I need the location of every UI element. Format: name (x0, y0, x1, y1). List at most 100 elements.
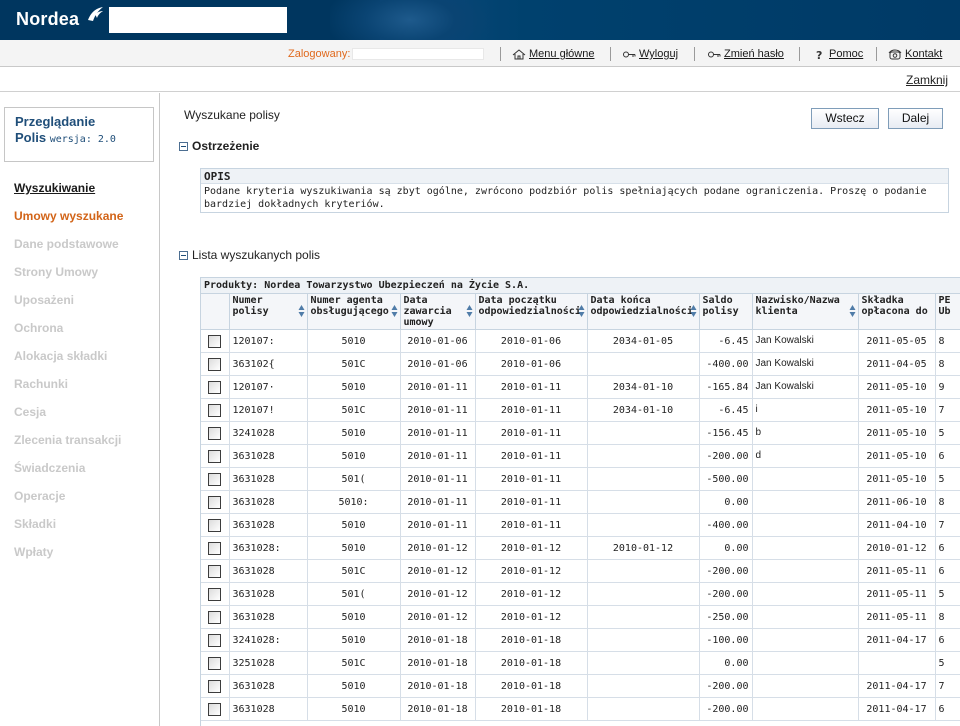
collapse-icon[interactable] (179, 250, 188, 260)
cell-koniec (587, 697, 700, 721)
row-checkbox[interactable] (208, 357, 222, 371)
collapse-icon[interactable] (179, 141, 188, 151)
warning-section-header[interactable]: Ostrzeżenie (179, 139, 259, 153)
row-checkbox[interactable] (208, 449, 222, 463)
help-link[interactable]: ? Pomoc (812, 48, 863, 60)
sort-icon[interactable] (849, 304, 856, 318)
row-select-cell (201, 444, 230, 468)
app-title-box: Przeglądanie Polis wersja: 2.0 (4, 107, 154, 162)
cell-agent: 5010: (307, 490, 401, 514)
row-checkbox[interactable] (208, 426, 222, 440)
table-row[interactable]: 120107! 501C 2010-01-11 2010-01-11 2034-01-1… (201, 398, 960, 422)
sort-icon[interactable] (298, 304, 305, 318)
cell-poczatek: 2010-01-18 (475, 697, 588, 721)
cell-koniec (587, 513, 700, 537)
col-data-poczatku[interactable]: Data początku odpowiedzialności (475, 294, 588, 330)
row-select-cell (201, 536, 230, 560)
back-button[interactable]: Wstecz (811, 108, 879, 129)
main-content: Wyszukane polisy Wstecz Dalej Ostrzeżeni… (161, 93, 960, 726)
table-row[interactable]: 3631028 5010 2010-01-18 2010-01-18 -200.00 20… (201, 674, 960, 698)
row-checkbox[interactable] (208, 403, 222, 417)
col-saldo[interactable]: Saldo polisy (699, 294, 753, 330)
table-row[interactable]: 3241028: 5010 2010-01-18 2010-01-18 -100.00 2… (201, 628, 960, 652)
cell-klient (752, 697, 859, 721)
cell-polisa: 120107· (229, 375, 308, 399)
table-row[interactable]: 363102{501C 2010-01-06 2010-01-06 -400.00 Ja… (201, 352, 960, 376)
sidebar-item-zlecenia-transakcji: Zlecenia transakcji (14, 433, 122, 447)
table-row[interactable]: 3631028 5010 2010-01-11 2010-01-11 -400.00 20… (201, 513, 960, 537)
row-select-cell (201, 559, 230, 583)
col-skladka-oplacona[interactable]: Składka opłacona do (858, 294, 936, 330)
col-pe[interactable]: PE Ub (935, 294, 960, 330)
list-section-header[interactable]: Lista wyszukanych polis (179, 248, 320, 262)
table-row[interactable]: 3241028 5010 2010-01-11 2010-01-11 -156.45 b 2… (201, 421, 960, 445)
table-row[interactable]: 120107: 5010 2010-01-06 2010-01-06 2034-01-0… (201, 329, 960, 353)
page-title: Wyszukane polisy (184, 108, 280, 122)
logout-link[interactable]: Wyloguj (622, 48, 678, 60)
cell-klient: i (752, 398, 859, 422)
sidebar-item-operacje: Operacje (14, 489, 66, 503)
close-link[interactable]: Zamknij (906, 73, 948, 87)
table-row[interactable]: 3631028 501C 2010-01-12 2010-01-12 -200.00 20… (201, 559, 960, 583)
warning-head: OPIS (201, 169, 948, 184)
policies-table-container[interactable]: Produkty: Nordea Towarzystwo Ubezpieczeń… (200, 277, 960, 726)
row-checkbox[interactable] (208, 610, 222, 624)
sort-icon[interactable] (391, 304, 398, 318)
cell-agent: 5010 (307, 536, 401, 560)
cell-poczatek: 2010-01-11 (475, 490, 588, 514)
cell-polisa: 3241028: (229, 628, 308, 652)
cell-skladka: 2011-04-05 (858, 352, 936, 376)
table-row[interactable]: 3631028 501(2010-01-12 2010-01-12 -200.00 20… (201, 582, 960, 606)
row-select-cell (201, 674, 230, 698)
col-numer-polisy[interactable]: Numer polisy (229, 294, 308, 330)
row-checkbox[interactable] (208, 472, 222, 486)
row-select-cell (201, 398, 230, 422)
sidebar-item-wyszukiwanie[interactable]: Wyszukiwanie (14, 180, 123, 208)
sort-icon[interactable] (466, 304, 473, 318)
cell-koniec (587, 490, 700, 514)
col-data-zawarcia[interactable]: Data zawarcia umowy (400, 294, 476, 330)
cell-agent: 5010 (307, 375, 401, 399)
row-checkbox[interactable] (208, 656, 222, 670)
sort-icon[interactable] (690, 304, 697, 318)
main-menu-link[interactable]: Menu główne (512, 48, 594, 60)
table-row[interactable]: 3631028 5010 2010-01-11 2010-01-11 -200.00 d 2… (201, 444, 960, 468)
sidebar: Przeglądanie Polis wersja: 2.0 Wyszukiwa… (0, 93, 160, 726)
sidebar-item-swiadczenia: Świadczenia (14, 461, 86, 475)
row-checkbox[interactable] (208, 679, 222, 693)
row-checkbox[interactable] (208, 702, 222, 716)
cell-agent: 5010 (307, 329, 401, 353)
table-row[interactable]: 3631028: 5010 2010-01-12 2010-01-12 2010-01-… (201, 536, 960, 560)
sort-icon[interactable] (578, 304, 585, 318)
row-checkbox[interactable] (208, 564, 222, 578)
cell-polisa: 3631028 (229, 513, 308, 537)
row-checkbox[interactable] (208, 518, 222, 532)
table-row[interactable]: 3631028 5010: 2010-01-11 2010-01-11 0.00 2011… (201, 490, 960, 514)
row-checkbox[interactable] (208, 587, 222, 601)
row-checkbox[interactable] (208, 541, 222, 555)
cell-agent: 5010 (307, 605, 401, 629)
next-button[interactable]: Dalej (888, 108, 943, 129)
change-password-link[interactable]: Zmień hasło (707, 48, 784, 60)
contact-link[interactable]: Kontakt (888, 48, 942, 60)
table-row[interactable]: 3631028 5010 2010-01-18 2010-01-18 -200.00 20… (201, 697, 960, 721)
cell-zawarcia: 2010-01-12 (400, 605, 476, 629)
cell-skladka: 2011-05-05 (858, 329, 936, 353)
row-checkbox[interactable] (208, 334, 222, 348)
row-checkbox[interactable] (208, 633, 222, 647)
col-data-konca[interactable]: Data końca odpowiedzialności (587, 294, 700, 330)
cell-klient: d (752, 444, 859, 468)
col-numer-agenta[interactable]: Numer agenta obsługującego (307, 294, 401, 330)
table-row[interactable]: 120107· 5010 2010-01-11 2010-01-11 2034-01-1… (201, 375, 960, 399)
row-select-cell (201, 421, 230, 445)
sidebar-item-umowy-wyszukane[interactable]: Umowy wyszukane (14, 208, 123, 236)
row-checkbox[interactable] (208, 495, 222, 509)
app-title-line1: Przeglądanie (15, 114, 96, 129)
col-klient[interactable]: Nazwisko/Nazwa klienta (752, 294, 859, 330)
table-row[interactable]: 3631028 5010 2010-01-12 2010-01-12 -250.00 20… (201, 605, 960, 629)
table-row[interactable]: 3251028 501C 2010-01-18 2010-01-18 0.00 5 (201, 651, 960, 675)
row-checkbox[interactable] (208, 380, 222, 394)
table-row[interactable]: 3631028 501(2010-01-11 2010-01-11 -500.00 20… (201, 467, 960, 491)
row-select-cell (201, 628, 230, 652)
cell-poczatek: 2010-01-18 (475, 674, 588, 698)
